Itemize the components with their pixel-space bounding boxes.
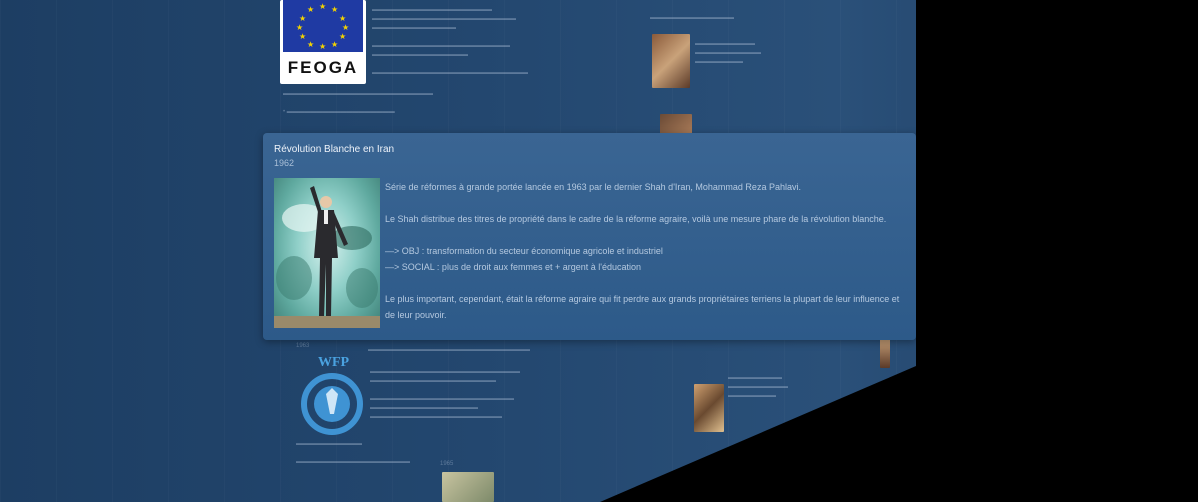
- popup-photo: [274, 178, 380, 328]
- background-text-block: ▬▬▬▬▬▬▬▬▬▬▬▬▬▬▬▬▬▬▬▬▬▬▬▬▬▬▬: [368, 347, 530, 353]
- background-thumbnail[interactable]: [442, 472, 494, 502]
- background-thumbnail[interactable]: [660, 114, 692, 134]
- popup-paragraph: —> SOCIAL : plus de droit aux femmes et …: [385, 262, 642, 272]
- background-text-block: 1965: [440, 461, 454, 467]
- background-text-block: ▬▬▬▬▬▬▬▬▬▬▬ ▬▬▬▬▬▬▬▬▬▬▬▬▬▬▬▬▬▬▬: [296, 441, 410, 465]
- background-thumbnail[interactable]: [652, 34, 690, 88]
- popup-paragraph: Série de réformes à grande portée lancée…: [385, 182, 801, 192]
- feoga-logo[interactable]: ★ ★ ★ ★ ★ ★ ★ ★ ★ ★ ★ ★ FEOGA: [280, 0, 366, 84]
- wfp-logo-text: WFP: [318, 355, 350, 370]
- popup-title: Révolution Blanche en Iran: [274, 144, 395, 155]
- background-text-block: ▬▬▬▬▬▬▬▬▬▬▬▬▬▬▬▬▬▬▬▬▬▬▬▬▬▬▬▬▬▬▬▬▬▬▬▬▬▬▬▬…: [370, 369, 520, 420]
- background-text-block: ▬▬▬▬▬▬▬▬▬▬▬▬▬▬▬▬▬▬▬▬▬▬▬▬▬ • ▬▬▬▬▬▬▬▬▬▬▬▬▬…: [283, 91, 433, 115]
- background-text-block: ▬▬▬▬▬▬▬▬▬▬▬▬▬▬▬▬▬▬▬▬▬▬▬▬▬▬▬: [728, 375, 788, 399]
- background-text-block: 1963: [296, 343, 310, 349]
- background-thumbnail[interactable]: [694, 384, 724, 432]
- popup-paragraph: —> OBJ : transformation du secteur écono…: [385, 246, 663, 256]
- popup-paragraph: Le Shah distribue des titres de propriét…: [385, 214, 887, 224]
- background-thumbnail[interactable]: [880, 338, 890, 368]
- popup-paragraph: Le plus important, cependant, était la r…: [385, 294, 900, 320]
- popup-description: Série de réformes à grande portée lancée…: [385, 179, 903, 323]
- background-text-block: ▬▬▬▬▬▬▬▬▬▬ ▬▬▬▬▬▬▬▬▬▬▬ ▬▬▬▬▬▬▬▬: [695, 41, 761, 65]
- background-text-block: ▬▬▬▬▬▬▬▬▬▬▬▬▬▬▬▬▬▬▬▬▬▬▬▬▬▬▬▬▬▬▬▬▬▬▬▬▬▬▬▬…: [372, 7, 528, 76]
- timeline-stage: ★ ★ ★ ★ ★ ★ ★ ★ ★ ★ ★ ★ FEOGA ▬▬▬▬▬▬▬▬▬▬…: [0, 0, 1198, 502]
- event-popup-card[interactable]: Révolution Blanche en Iran 1962 Série de…: [263, 133, 916, 340]
- background-text-block: ▬▬▬▬▬▬▬▬▬▬▬▬▬▬: [650, 15, 734, 21]
- eu-flag-icon: ★ ★ ★ ★ ★ ★ ★ ★ ★ ★ ★ ★: [283, 0, 363, 52]
- feoga-logo-text: FEOGA: [287, 58, 359, 77]
- popup-year: 1962: [274, 158, 295, 168]
- wfp-logo[interactable]: WFP: [296, 352, 368, 438]
